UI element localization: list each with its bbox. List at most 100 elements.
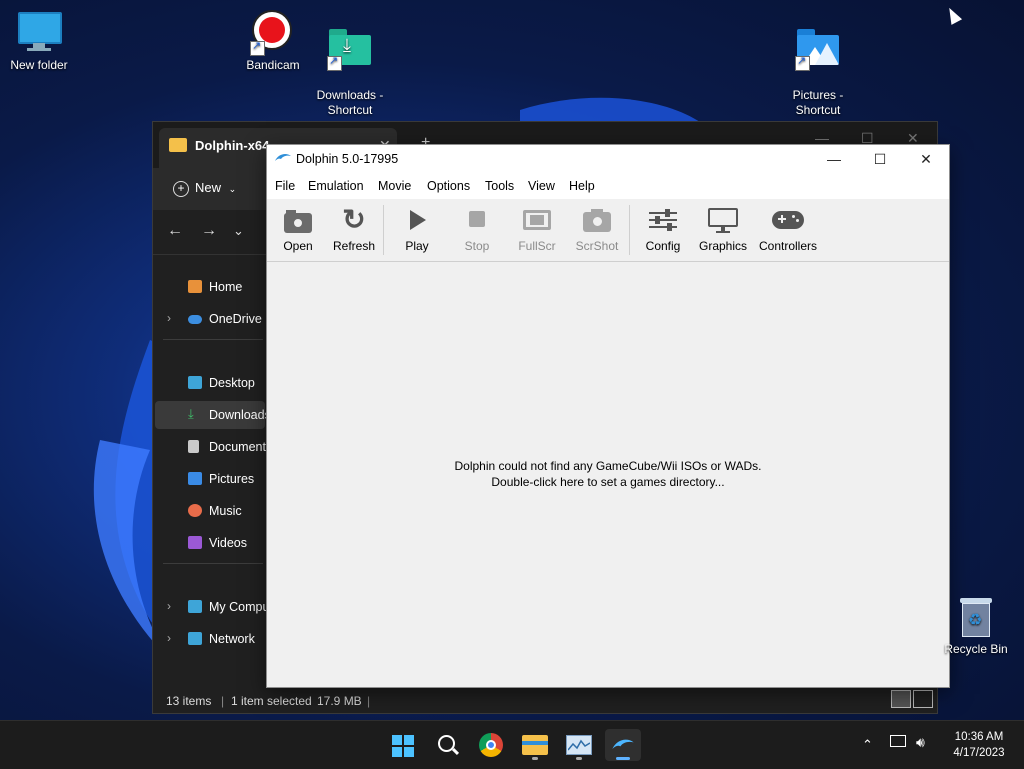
taskbar-dolphin[interactable] [605, 729, 641, 761]
menu-file[interactable]: File [275, 179, 295, 193]
dolphin-logo-icon [275, 153, 291, 161]
fullscreen-button[interactable]: FullScr [509, 205, 565, 253]
folder-icon [169, 138, 187, 152]
sidebar-item-home[interactable]: Home [155, 273, 265, 301]
sidebar-divider [163, 339, 263, 340]
toolbar-divider [629, 205, 630, 255]
explorer-sidebar: Home › OneDrive Desktop ⤓ Downloads Docu… [153, 255, 284, 683]
desktop-icon-recycle-bin[interactable]: ♻ Recycle Bin [944, 596, 1008, 656]
menu-movie[interactable]: Movie [378, 179, 411, 193]
clock[interactable]: 10:36 AM 4/17/2023 [944, 729, 1014, 761]
fullscreen-icon [521, 205, 553, 235]
desktop-icon-new-folder[interactable]: New folder [0, 10, 81, 73]
toolbar-label: Graphics [698, 239, 748, 253]
taskbar-file-explorer[interactable] [517, 729, 553, 761]
stop-button[interactable]: Stop [449, 205, 505, 253]
sidebar-item-documents[interactable]: Documents [155, 433, 272, 461]
dolphin-title-bar: Dolphin 5.0-17995 — ☐ ✕ [267, 145, 949, 173]
taskbar-resource-monitor[interactable] [561, 729, 597, 761]
graphics-button[interactable]: Graphics [695, 205, 751, 253]
toolbar-label: Open [283, 239, 313, 253]
desktop-icon-pictures-shortcut[interactable]: Pictures - Shortcut [776, 10, 860, 133]
sidebar-item-label: Music [209, 504, 242, 518]
sidebar-item-downloads[interactable]: ⤓ Downloads [155, 401, 271, 429]
refresh-icon: ↻ [342, 204, 366, 235]
dolphin-menu-bar: File Emulation Movie Options Tools View … [267, 173, 949, 199]
selection-count: 1 item selected [231, 694, 312, 708]
folder-icon [522, 735, 548, 755]
shortcut-arrow-icon [327, 54, 342, 71]
menu-tools[interactable]: Tools [485, 179, 514, 193]
tiles-view-button[interactable] [913, 690, 933, 708]
sidebar-item-desktop[interactable]: Desktop [155, 369, 265, 397]
sidebar-item-onedrive[interactable]: › OneDrive [155, 305, 265, 333]
sidebar-item-my-computer[interactable]: › My Computer [155, 593, 284, 621]
sliders-icon [647, 205, 679, 235]
sidebar-item-pictures[interactable]: Pictures [155, 465, 265, 493]
desktop-icon-label: New folder [10, 58, 68, 72]
toolbar-label: Refresh [332, 239, 376, 253]
sidebar-item-music[interactable]: Music [155, 497, 265, 525]
clock-time: 10:36 AM [954, 731, 1004, 743]
details-view-button[interactable] [891, 690, 911, 708]
running-indicator [576, 757, 582, 760]
clock-date: 4/17/2023 [953, 747, 1005, 759]
chevron-up-icon[interactable]: ⌃ [862, 737, 873, 753]
dolphin-logo-icon [612, 739, 634, 749]
music-icon [188, 504, 202, 517]
desktop-icon-bandicam[interactable]: Bandicam [231, 10, 315, 73]
stop-icon [461, 205, 493, 235]
sidebar-item-videos[interactable]: Videos [155, 529, 265, 557]
taskbar: ⌃ 🔊︎ 10:36 AM 4/17/2023 [0, 720, 1024, 769]
chevron-down-icon[interactable]: ⌄ [233, 223, 244, 239]
desktop-icon-label: Bandicam [246, 58, 300, 72]
plus-icon: + [173, 181, 189, 197]
desktop-icon-label: Recycle Bin [944, 642, 1008, 656]
status-divider: | [367, 694, 371, 708]
menu-options[interactable]: Options [427, 179, 470, 193]
shortcut-arrow-icon [250, 39, 265, 56]
chevron-right-icon[interactable]: › [167, 311, 171, 325]
recycle-bin-icon: ♻ [958, 596, 994, 638]
game-list-area[interactable]: Dolphin could not find any GameCube/Wii … [267, 262, 949, 687]
menu-view[interactable]: View [528, 179, 555, 193]
controllers-button[interactable]: Controllers [750, 205, 826, 253]
desktop-icon [188, 376, 202, 389]
forward-arrow-icon[interactable]: → [201, 222, 217, 240]
sidebar-item-label: OneDrive [209, 312, 262, 326]
maximize-button[interactable]: ☐ [857, 149, 903, 171]
open-button[interactable]: Open [270, 205, 326, 253]
status-divider: | [221, 694, 225, 708]
minimize-button[interactable]: — [811, 149, 857, 171]
desktop-icon-downloads-shortcut[interactable]: ⤓ Downloads - Shortcut [308, 10, 392, 133]
chevron-right-icon[interactable]: › [167, 599, 171, 613]
chevron-right-icon[interactable]: › [167, 631, 171, 645]
desktop-icon-label: Pictures - Shortcut [792, 88, 844, 117]
toolbar-label: Play [405, 239, 429, 253]
desktop: New folder Bandicam ⤓ Downloads - Shortc… [0, 0, 1024, 720]
search-button[interactable] [429, 729, 465, 761]
back-arrow-icon[interactable]: ← [167, 222, 183, 240]
empty-game-list-message[interactable]: Dolphin could not find any GameCube/Wii … [267, 458, 949, 490]
start-button[interactable] [385, 729, 421, 761]
screenshot-button[interactable]: ScrShot [569, 205, 625, 253]
dolphin-window: Dolphin 5.0-17995 — ☐ ✕ File Emulation M… [266, 144, 950, 688]
document-icon [188, 440, 199, 453]
sidebar-item-label: Downloads [209, 408, 271, 422]
computer-icon [188, 600, 202, 613]
play-button[interactable]: Play [389, 205, 445, 253]
menu-help[interactable]: Help [569, 179, 595, 193]
sidebar-item-network[interactable]: › Network [155, 625, 265, 653]
volume-icon[interactable]: 🔊︎ [916, 734, 925, 751]
refresh-button[interactable]: ↻ Refresh [326, 204, 382, 254]
config-button[interactable]: Config [635, 205, 691, 253]
menu-emulation[interactable]: Emulation [308, 179, 364, 193]
toolbar-label: Stop [464, 239, 490, 253]
close-button[interactable]: ✕ [903, 149, 949, 171]
new-button[interactable]: + New ⌄ [173, 180, 236, 197]
monitor-icon [707, 205, 739, 235]
explorer-tab-title: Dolphin-x64 [195, 138, 270, 153]
taskbar-chrome[interactable] [473, 729, 509, 761]
network-icon[interactable] [890, 735, 906, 747]
running-indicator [616, 757, 630, 760]
